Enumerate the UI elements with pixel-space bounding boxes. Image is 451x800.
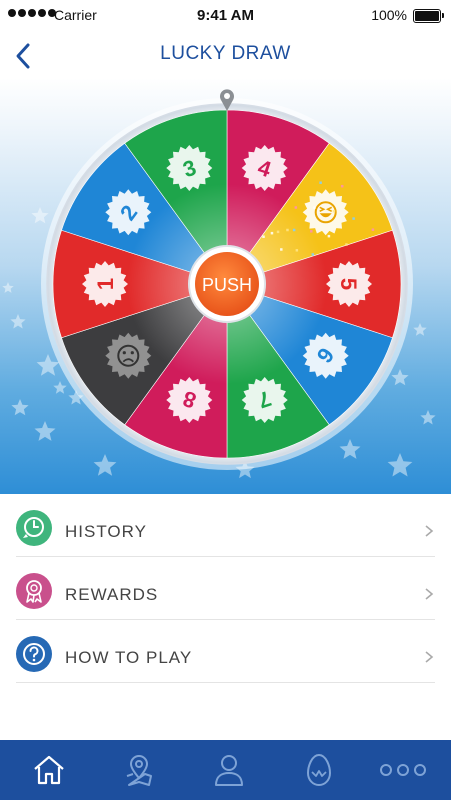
confetti xyxy=(270,231,274,235)
confetti xyxy=(340,184,344,188)
laughing-face-icon xyxy=(302,189,349,236)
tab-more[interactable] xyxy=(364,740,451,800)
wheel-number-badge: 4 xyxy=(241,145,288,191)
wheel-number-badge: 3 xyxy=(166,145,213,191)
confetti xyxy=(319,181,322,184)
confetti xyxy=(295,249,299,252)
clock-icon xyxy=(23,517,44,538)
chevron-right-icon xyxy=(425,525,434,537)
sad-face-icon xyxy=(105,332,152,379)
confetti xyxy=(352,217,355,220)
menu-item-history[interactable]: HISTORY xyxy=(0,494,451,557)
wheel-area: 4 5 678 1 23 PUSH xyxy=(0,78,451,494)
egg-icon xyxy=(306,753,332,787)
status-bar: Carrier 9:41 AM 100% xyxy=(0,0,451,32)
tab-bar xyxy=(0,740,451,800)
confetti xyxy=(292,228,296,232)
menu-item-rewards[interactable]: REWARDS xyxy=(0,557,451,620)
confetti xyxy=(371,228,375,231)
tab-profile[interactable] xyxy=(184,740,274,800)
wheel-number-badge: 5 xyxy=(326,261,372,307)
confetti xyxy=(313,206,316,209)
home-icon xyxy=(34,755,64,785)
question-icon xyxy=(23,643,45,665)
confetti xyxy=(311,253,315,256)
ribbon-award-icon xyxy=(26,580,42,603)
battery-percentage: 100% xyxy=(371,7,407,23)
chevron-right-icon xyxy=(425,588,434,600)
tab-map[interactable] xyxy=(94,740,184,800)
push-button-label: PUSH xyxy=(202,275,252,295)
push-button[interactable]: PUSH xyxy=(188,245,266,323)
menu-icon-badge xyxy=(16,510,52,546)
confetti xyxy=(276,230,280,234)
menu-label-rewards: REWARDS xyxy=(65,585,159,604)
menu-label-history: HISTORY xyxy=(65,522,147,541)
menu-icon-badge xyxy=(16,636,52,672)
confetti xyxy=(332,210,336,213)
confetti xyxy=(327,234,331,238)
tab-home[interactable] xyxy=(4,740,94,800)
confetti xyxy=(310,230,313,233)
confetti xyxy=(280,248,283,251)
navigation-bar: LUCKY DRAW xyxy=(0,32,451,78)
confetti xyxy=(294,206,298,209)
map-pin-icon xyxy=(126,755,152,786)
menu-label-how-to-play: HOW TO PLAY xyxy=(65,648,193,667)
divider xyxy=(16,682,435,683)
wheel-number-label: 1 xyxy=(93,278,118,290)
menu-item-how-to-play[interactable]: HOW TO PLAY xyxy=(0,620,451,683)
chevron-right-icon xyxy=(425,651,434,663)
page-title: LUCKY DRAW xyxy=(160,43,291,64)
user-icon xyxy=(215,755,243,786)
tab-egg[interactable] xyxy=(274,740,364,800)
wheel-number-badge: 7 xyxy=(241,377,288,423)
confetti xyxy=(286,228,289,232)
prize-wheel[interactable]: 4 5 678 1 23 PUSH xyxy=(0,78,451,494)
confetti xyxy=(262,235,265,238)
more-icon xyxy=(380,764,426,776)
wheel-number-badge: 8 xyxy=(166,377,213,423)
wheel-number-badge: 2 xyxy=(105,189,152,236)
menu-list: HISTORY REWARDS HOW TO PLAY xyxy=(0,494,451,683)
confetti xyxy=(345,243,348,246)
battery-icon xyxy=(413,9,444,23)
wheel-number-label: 5 xyxy=(336,278,361,290)
wheel-number-badge: 1 xyxy=(82,261,128,307)
menu-icon-badge xyxy=(16,573,52,609)
wheel-number-badge: 6 xyxy=(302,332,349,379)
